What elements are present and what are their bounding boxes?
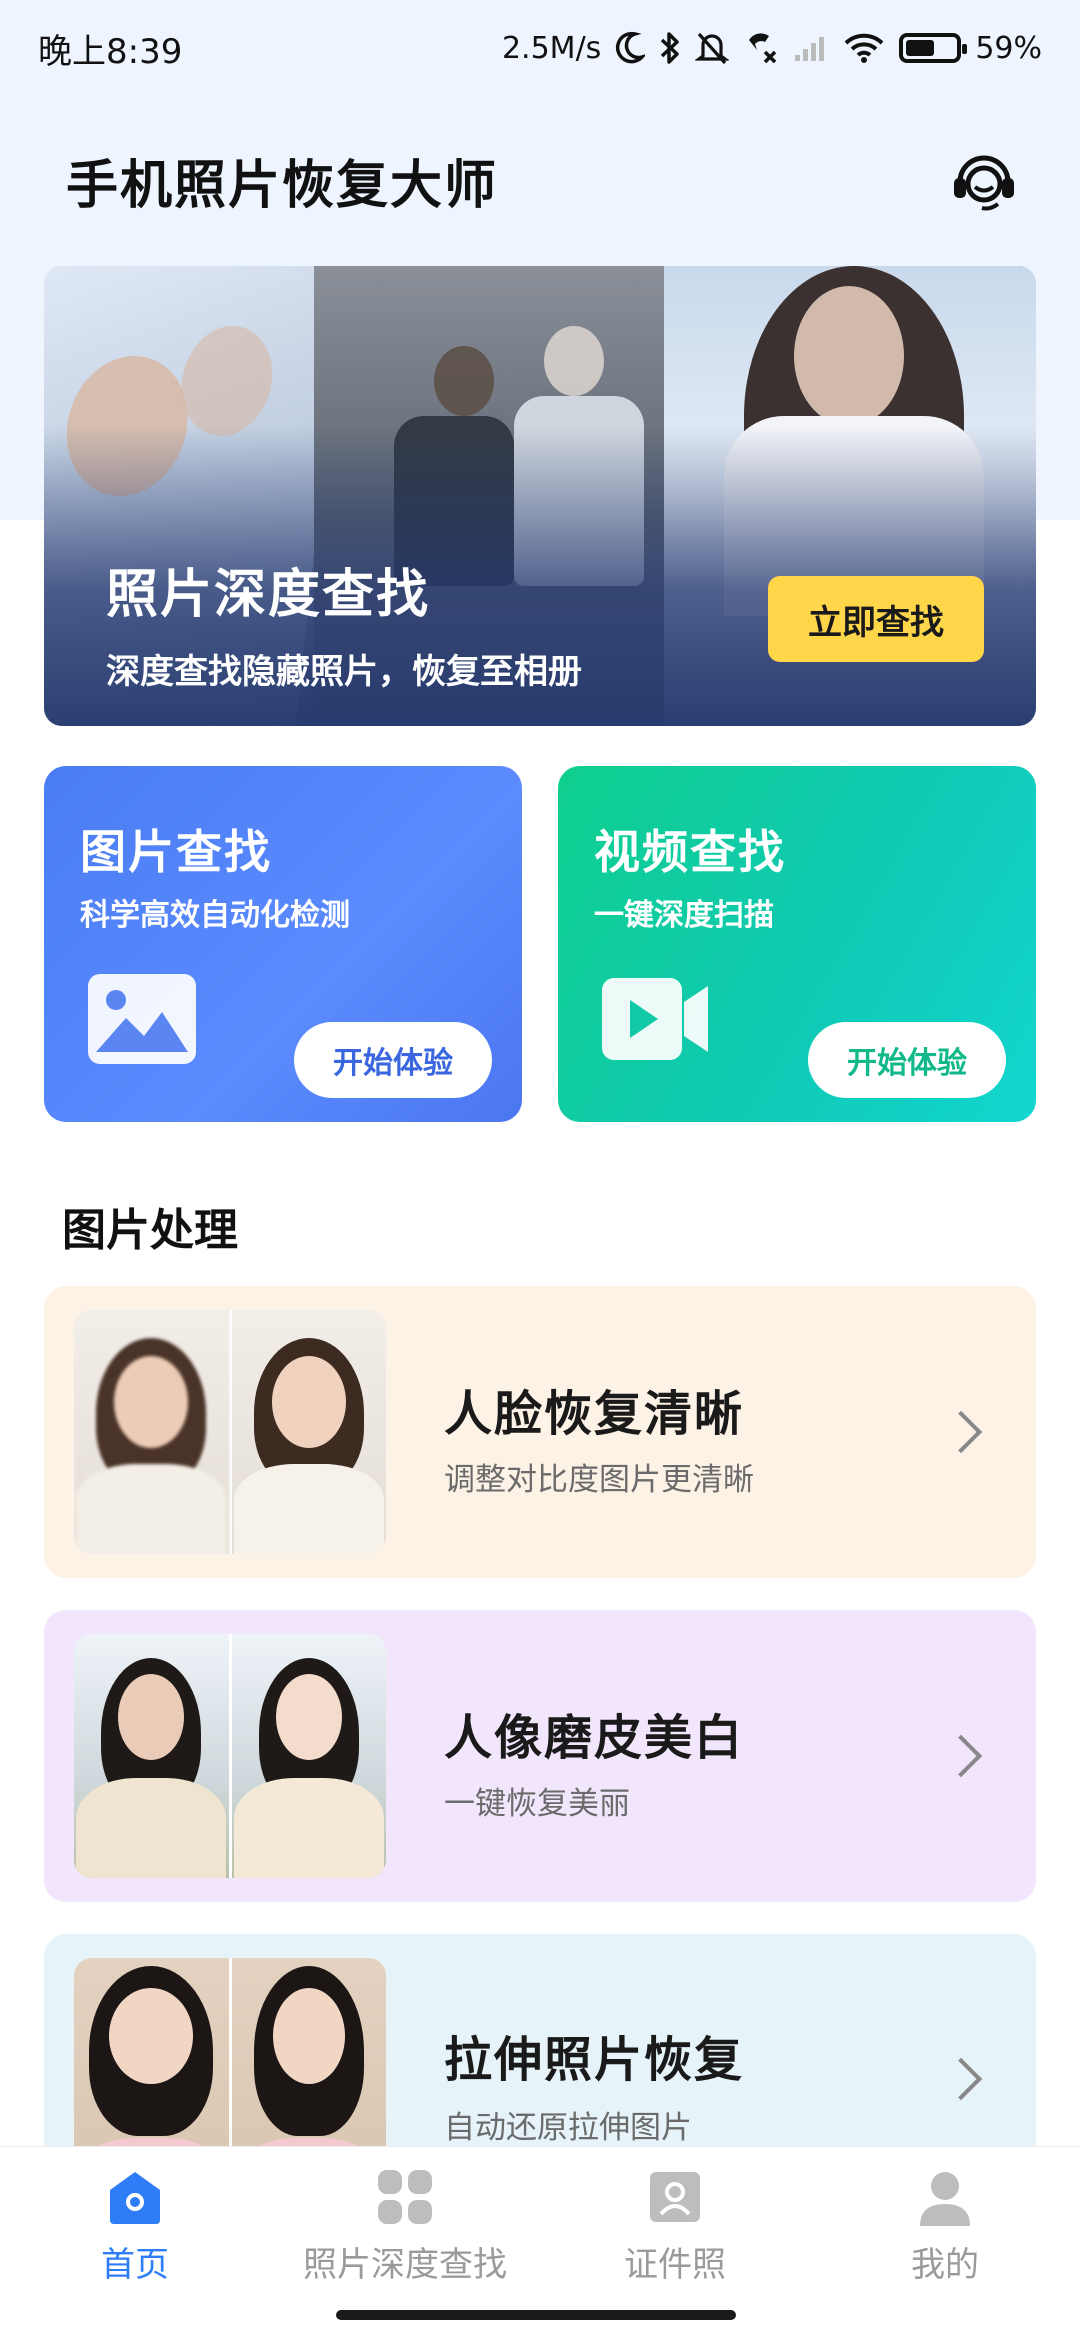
photo-search-subtitle: 科学高效自动化检测	[80, 898, 350, 933]
deep-search-banner[interactable]: 照片深度查找 深度查找隐藏照片，恢复至相册 立即查找	[44, 266, 1036, 726]
signal-icon	[793, 28, 829, 68]
nav-label-home: 首页	[101, 2245, 169, 2285]
chevron-right-icon	[939, 1734, 983, 1778]
face-restore-subtitle: 调整对比度图片更清晰	[444, 1462, 754, 1498]
nav-item-profile[interactable]: 我的	[810, 2147, 1080, 2340]
status-time: 晚上8:39	[38, 31, 183, 72]
home-icon	[103, 2165, 167, 2229]
battery-icon	[899, 28, 968, 68]
chevron-right-icon	[939, 1410, 983, 1454]
nav-label-deep-search: 照片深度查找	[303, 2245, 507, 2285]
skin-smoothing-subtitle: 一键恢复美丽	[444, 1786, 630, 1822]
profile-icon	[913, 2165, 977, 2229]
stretch-restore-subtitle: 自动还原拉伸图片	[444, 2110, 692, 2146]
video-search-subtitle: 一键深度扫描	[594, 898, 774, 933]
chevron-right-icon	[939, 2057, 983, 2101]
video-camera-icon	[600, 972, 712, 1066]
home-indicator[interactable]	[336, 2310, 736, 2320]
image-icon	[86, 972, 198, 1066]
grid-icon	[373, 2165, 437, 2229]
status-icons: 2.5M/s 59%	[502, 28, 1042, 68]
nav-item-home[interactable]: 首页	[0, 2147, 270, 2340]
stretch-restore-title: 拉伸照片恢复	[444, 2032, 745, 2088]
id-photo-icon	[643, 2165, 707, 2229]
face-restore-thumbnail	[74, 1310, 386, 1554]
section-title: 图片处理	[62, 1205, 238, 1256]
moon-icon	[615, 28, 646, 68]
call-off-icon	[743, 28, 779, 68]
nav-label-profile: 我的	[911, 2245, 979, 2285]
battery-percent: 59%	[975, 30, 1042, 66]
search-now-button[interactable]: 立即查找	[768, 576, 984, 662]
banner-subtitle: 深度查找隐藏照片，恢复至相册	[106, 652, 582, 692]
network-speed: 2.5M/s	[501, 30, 602, 66]
banner-title: 照片深度查找	[106, 565, 431, 625]
face-restore-card[interactable]: 人脸恢复清晰 调整对比度图片更清晰	[44, 1286, 1036, 1578]
video-search-start-button[interactable]: 开始体验	[808, 1022, 1006, 1098]
photo-search-start-button[interactable]: 开始体验	[294, 1022, 492, 1098]
bluetooth-icon	[659, 28, 681, 68]
app-header: 手机照片恢复大师	[0, 130, 1080, 230]
nav-label-id-photo: 证件照	[624, 2245, 726, 2285]
mute-bell-icon	[695, 28, 730, 68]
photo-search-title: 图片查找	[80, 825, 272, 879]
photo-search-card[interactable]: 图片查找 科学高效自动化检测 开始体验	[44, 766, 522, 1122]
wifi-icon	[843, 28, 885, 68]
video-search-card[interactable]: 视频查找 一键深度扫描 开始体验	[558, 766, 1036, 1122]
headset-icon	[954, 155, 1014, 211]
skin-smoothing-thumbnail	[74, 1634, 386, 1878]
skin-smoothing-card[interactable]: 人像磨皮美白 一键恢复美丽	[44, 1610, 1036, 1902]
status-bar: 晚上8:39 2.5M/s 59%	[0, 0, 1080, 96]
skin-smoothing-title: 人像磨皮美白	[444, 1710, 745, 1766]
app-title: 手机照片恢复大师	[66, 155, 499, 216]
video-search-title: 视频查找	[594, 825, 786, 879]
app-screen: 晚上8:39 2.5M/s 59% 手机照片恢复大师 照片深度查找 深度查找隐藏…	[0, 0, 1080, 2340]
face-restore-title: 人脸恢复清晰	[444, 1386, 745, 1442]
customer-support-button[interactable]	[946, 142, 1022, 218]
